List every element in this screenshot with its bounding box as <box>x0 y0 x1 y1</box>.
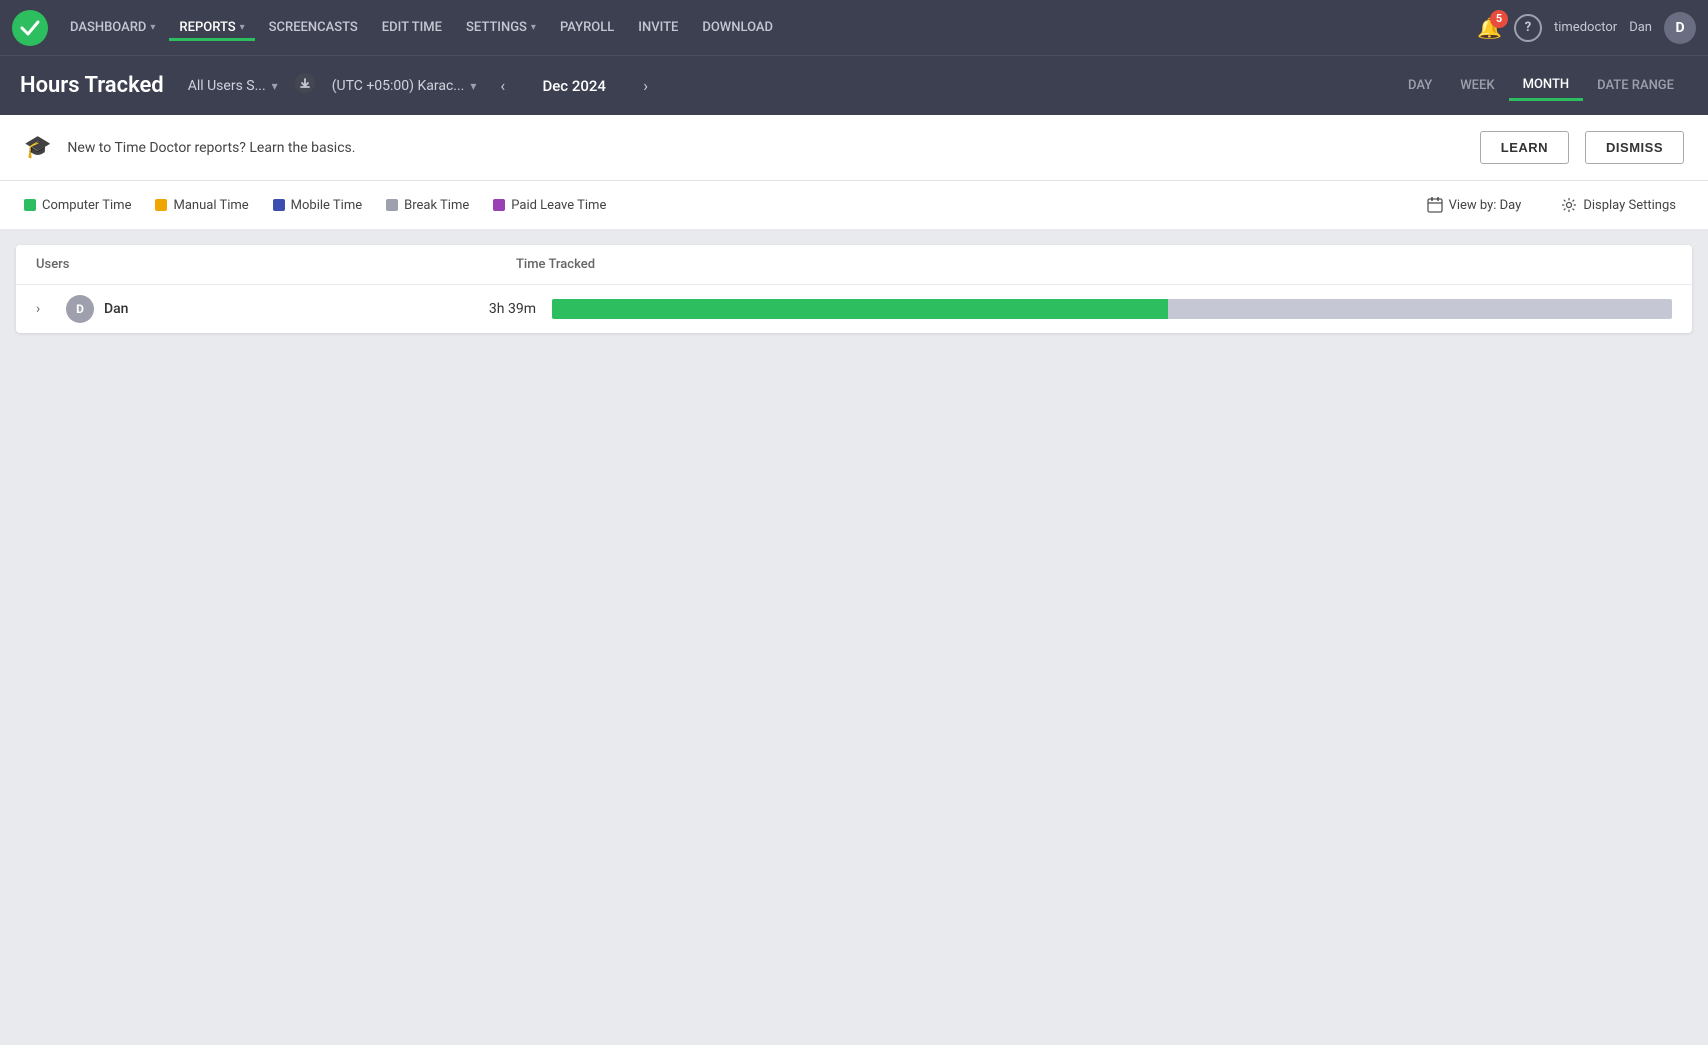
mobile-time-dot <box>273 199 285 211</box>
legend-computer-time: Computer Time <box>24 198 131 213</box>
nav-right-section: 🔔 5 ? timedoctor Dan D <box>1477 12 1696 44</box>
mobile-time-label: Mobile Time <box>291 198 362 213</box>
nav-invite[interactable]: INVITE <box>628 14 688 41</box>
chevron-down-icon: ▾ <box>272 79 278 93</box>
time-value: 3h 39m <box>476 301 536 317</box>
learn-button[interactable]: LEARN <box>1480 131 1569 164</box>
computer-time-bar <box>552 299 1168 319</box>
nav-edit-time[interactable]: EDIT TIME <box>372 14 452 41</box>
expand-row-button[interactable]: › <box>36 301 56 317</box>
display-settings-label: Display Settings <box>1583 198 1676 213</box>
timezone-dropdown[interactable]: (UTC +05:00) Karac... ▾ <box>332 78 477 94</box>
tab-month[interactable]: MONTH <box>1509 71 1584 101</box>
next-period-button[interactable]: › <box>635 72 656 99</box>
avatar: D <box>66 295 94 323</box>
table-row: › D Dan 3h 39m <box>16 285 1692 333</box>
main-nav: DASHBOARD ▾ REPORTS ▾ SCREENCASTS EDIT T… <box>0 0 1708 55</box>
gear-icon <box>1561 197 1577 213</box>
help-button[interactable]: ? <box>1514 14 1542 42</box>
manual-time-dot <box>155 199 167 211</box>
info-text: New to Time Doctor reports? Learn the ba… <box>67 140 1463 156</box>
graduation-cap-icon: 🎓 <box>24 135 51 160</box>
legend-break-time: Break Time <box>386 198 469 213</box>
info-banner: 🎓 New to Time Doctor reports? Learn the … <box>0 115 1708 181</box>
nav-payroll[interactable]: PAYROLL <box>550 14 624 41</box>
page-title: Hours Tracked <box>20 73 164 98</box>
tab-date-range[interactable]: DATE RANGE <box>1583 72 1688 99</box>
computer-time-dot <box>24 199 36 211</box>
view-by-day-button[interactable]: View by: Day <box>1419 193 1530 217</box>
nav-user-display: Dan <box>1629 20 1652 35</box>
logo[interactable] <box>12 10 48 46</box>
view-by-label: View by: Day <box>1449 198 1522 213</box>
nav-reports[interactable]: REPORTS ▾ <box>169 14 254 41</box>
display-settings-button[interactable]: Display Settings <box>1553 193 1684 217</box>
notification-bell[interactable]: 🔔 5 <box>1477 16 1502 40</box>
time-bar <box>552 299 1672 319</box>
nav-username[interactable]: timedoctor <box>1554 20 1617 35</box>
current-period: Dec 2024 <box>529 77 619 95</box>
nav-dashboard[interactable]: DASHBOARD ▾ <box>60 14 165 41</box>
tab-week[interactable]: WEEK <box>1446 72 1508 99</box>
user-filter-dropdown[interactable]: All Users S... ▾ <box>188 78 278 94</box>
timezone-label: (UTC +05:00) Karac... <box>332 78 465 94</box>
prev-period-button[interactable]: ‹ <box>492 72 513 99</box>
chevron-down-icon: ▾ <box>531 22 536 33</box>
legend-paid-leave: Paid Leave Time <box>493 198 606 213</box>
col-header-users: Users <box>36 257 516 272</box>
manual-time-label: Manual Time <box>173 198 248 213</box>
tab-day[interactable]: DAY <box>1394 72 1446 99</box>
table-header-row: Users Time Tracked <box>16 245 1692 285</box>
break-time-label: Break Time <box>404 198 469 213</box>
user-filter-label: All Users S... <box>188 78 266 94</box>
main-content: 🎓 New to Time Doctor reports? Learn the … <box>0 115 1708 1015</box>
legend-mobile-time: Mobile Time <box>273 198 362 213</box>
legend-manual-time: Manual Time <box>155 198 248 213</box>
chevron-down-icon: ▾ <box>240 22 245 33</box>
calendar-icon <box>1427 197 1443 213</box>
user-info-cell: › D Dan <box>36 295 476 323</box>
hours-table: Users Time Tracked › D Dan 3h 39m <box>16 245 1692 333</box>
remaining-bar <box>1168 299 1672 319</box>
paid-leave-dot <box>493 199 505 211</box>
legend-bar: Computer Time Manual Time Mobile Time Br… <box>0 181 1708 229</box>
break-time-dot <box>386 199 398 211</box>
chevron-down-icon: ▾ <box>150 22 155 33</box>
chevron-down-icon: ▾ <box>470 79 476 93</box>
nav-screencasts[interactable]: SCREENCASTS <box>259 14 368 41</box>
nav-settings[interactable]: SETTINGS ▾ <box>456 14 546 41</box>
time-cell: 3h 39m <box>476 299 1672 319</box>
user-name: Dan <box>104 301 128 317</box>
page-header: Hours Tracked All Users S... ▾ (UTC +05:… <box>0 55 1708 115</box>
period-tabs: DAY WEEK MONTH DATE RANGE <box>1394 71 1688 101</box>
paid-leave-label: Paid Leave Time <box>511 198 606 213</box>
download-button[interactable] <box>294 72 316 99</box>
dismiss-button[interactable]: DISMISS <box>1585 131 1684 164</box>
nav-download[interactable]: DOWNLOAD <box>692 14 783 41</box>
col-header-time: Time Tracked <box>516 257 1672 272</box>
notification-badge: 5 <box>1490 10 1508 28</box>
user-avatar[interactable]: D <box>1664 12 1696 44</box>
computer-time-label: Computer Time <box>42 198 131 213</box>
